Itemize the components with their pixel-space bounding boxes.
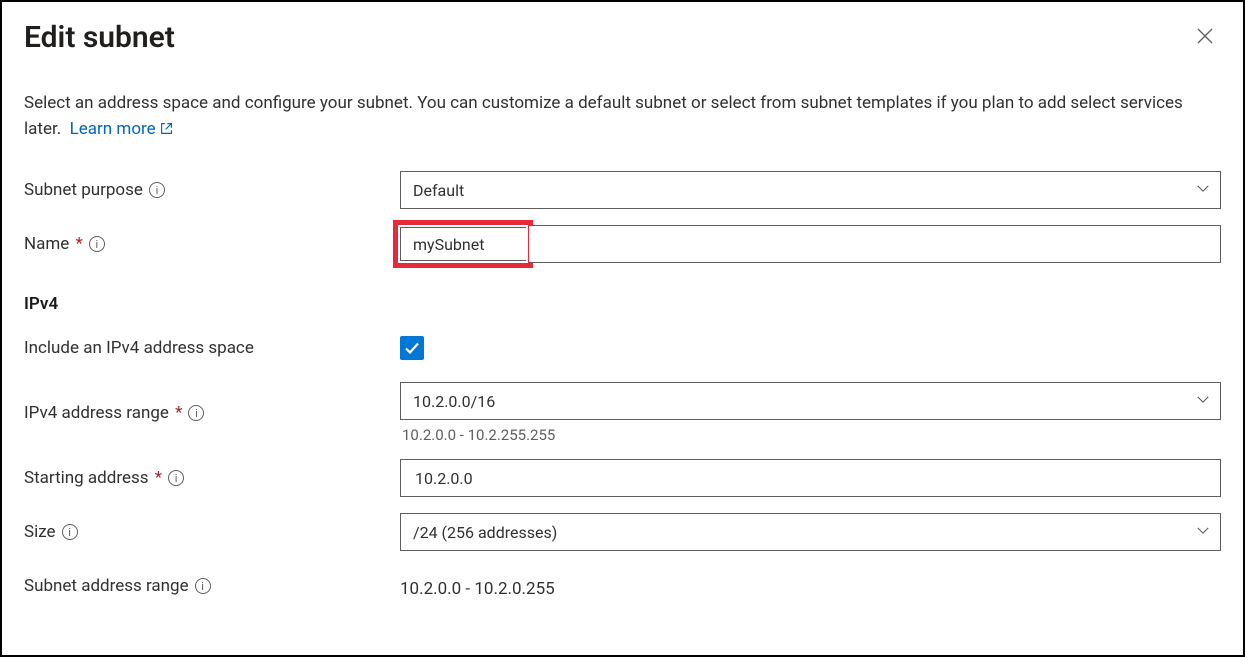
info-icon[interactable]: i — [149, 182, 165, 198]
name-input-extension[interactable] — [529, 225, 1221, 263]
include-ipv4-checkbox[interactable] — [400, 336, 424, 360]
info-icon[interactable]: i — [62, 524, 78, 540]
subnet-address-range-label: Subnet address range — [24, 576, 189, 596]
edit-subnet-panel: Edit subnet Select an address space and … — [0, 0, 1245, 657]
subnet-address-range-value: 10.2.0.0 - 10.2.0.255 — [400, 573, 1221, 599]
ipv4-range-select[interactable]: 10.2.0.0/16 — [400, 382, 1221, 420]
size-select[interactable]: /24 (256 addresses) — [400, 513, 1221, 551]
starting-address-label: Starting address — [24, 468, 149, 488]
size-value: /24 (256 addresses) — [413, 523, 557, 542]
description-text: Select an address space and configure yo… — [24, 93, 1183, 139]
required-indicator: * — [76, 234, 83, 254]
ipv4-range-value: 10.2.0.0/16 — [413, 392, 495, 411]
external-link-icon — [160, 122, 173, 135]
info-icon[interactable]: i — [195, 578, 211, 594]
subnet-purpose-select[interactable]: Default — [400, 171, 1221, 209]
subnet-purpose-label: Subnet purpose — [24, 180, 143, 200]
info-icon[interactable]: i — [168, 470, 184, 486]
close-icon — [1197, 28, 1213, 44]
name-highlight — [393, 220, 533, 268]
chevron-down-icon — [1196, 181, 1210, 200]
panel-description: Select an address space and configure yo… — [24, 91, 1221, 142]
ipv4-section-heading: IPv4 — [24, 294, 1221, 314]
ipv4-range-hint: 10.2.0.0 - 10.2.255.255 — [400, 426, 1221, 444]
required-indicator: * — [155, 468, 162, 488]
required-indicator: * — [175, 403, 182, 423]
info-icon[interactable]: i — [188, 405, 204, 421]
include-ipv4-label: Include an IPv4 address space — [24, 338, 254, 358]
ipv4-range-label: IPv4 address range — [24, 403, 169, 423]
name-input[interactable] — [411, 234, 516, 255]
panel-title: Edit subnet — [24, 20, 175, 55]
checkmark-icon — [404, 340, 420, 356]
starting-address-input[interactable] — [413, 468, 1208, 489]
learn-more-link[interactable]: Learn more — [70, 119, 173, 139]
chevron-down-icon — [1196, 392, 1210, 411]
info-icon[interactable]: i — [89, 236, 105, 252]
size-label: Size — [24, 522, 56, 542]
close-button[interactable] — [1191, 22, 1219, 54]
chevron-down-icon — [1196, 523, 1210, 542]
name-label: Name — [24, 234, 69, 254]
subnet-purpose-value: Default — [413, 181, 464, 200]
